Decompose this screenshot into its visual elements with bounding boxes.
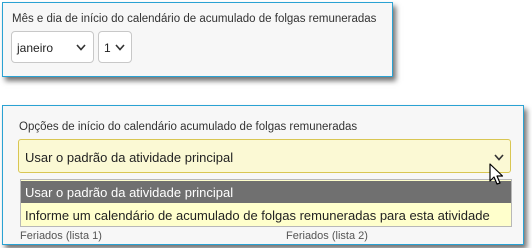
chevron-down-icon bbox=[76, 44, 86, 51]
dropdown-option-label: Informe um calendário de acumulado de fo… bbox=[25, 208, 490, 223]
chevron-down-icon bbox=[494, 154, 504, 161]
start-date-label: Mês e dia de início do calendário de acu… bbox=[12, 13, 377, 25]
day-select[interactable]: 1 bbox=[98, 31, 132, 63]
hidden-field-label: Feriados (lista 1) bbox=[20, 230, 102, 242]
hidden-field-label: Feriados (lista 2) bbox=[286, 230, 368, 242]
start-option-select-value: Usar o padrão da atividade principal bbox=[25, 150, 234, 165]
start-option-select[interactable]: Usar o padrão da atividade principal bbox=[18, 139, 511, 173]
start-options-label: Opções de início do calendário acumulado… bbox=[19, 121, 358, 133]
day-select-value: 1 bbox=[104, 41, 111, 55]
dropdown-option-label: Usar o padrão da atividade principal bbox=[25, 185, 234, 200]
month-select-value: janeiro bbox=[17, 41, 54, 55]
chevron-down-icon bbox=[115, 44, 125, 51]
dropdown-option-default[interactable]: Usar o padrão da atividade principal bbox=[21, 181, 511, 203]
mouse-pointer-icon bbox=[489, 163, 504, 185]
dropdown-option-custom-calendar[interactable]: Informe um calendário de acumulado de fo… bbox=[21, 204, 511, 226]
start-options-panel: Opções de início do calendário acumulado… bbox=[2, 105, 524, 245]
month-select[interactable]: janeiro bbox=[11, 31, 94, 63]
start-date-panel: Mês e dia de início do calendário de acu… bbox=[2, 2, 393, 77]
start-option-dropdown-list: Usar o padrão da atividade principal Inf… bbox=[20, 179, 512, 227]
